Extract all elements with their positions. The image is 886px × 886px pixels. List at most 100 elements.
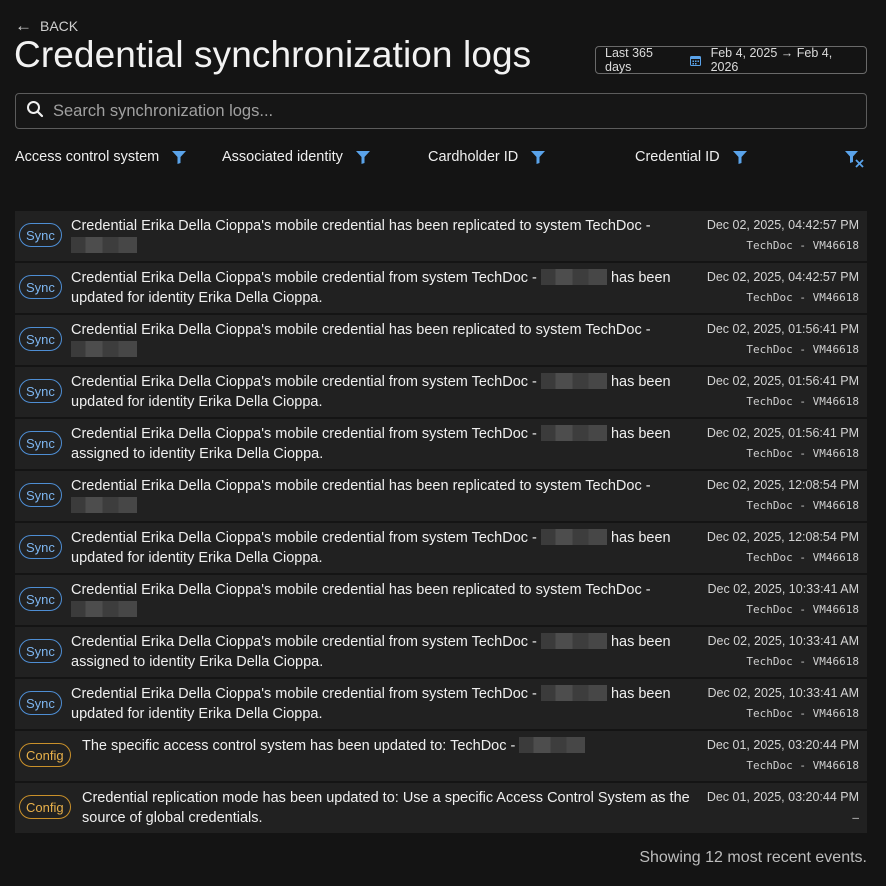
- filter-credential-id[interactable]: Credential ID: [635, 149, 747, 165]
- sync-badge: Sync: [19, 379, 62, 403]
- log-source: TechDoc - VM46618: [746, 759, 859, 772]
- log-message: Credential Erika Della Cioppa's mobile c…: [71, 528, 671, 568]
- log-message-text: Credential Erika Della Cioppa's mobile c…: [71, 478, 651, 494]
- log-meta: Dec 02, 2025, 04:42:57 PM TechDoc - VM466…: [707, 217, 859, 255]
- log-message-text: The specific access control system has b…: [82, 738, 516, 754]
- log-row[interactable]: Sync Credential Erika Della Cioppa's mobi…: [15, 315, 867, 365]
- log-message: Credential Erika Della Cioppa's mobile c…: [71, 424, 671, 464]
- log-message: Credential Erika Della Cioppa's mobile c…: [71, 632, 671, 672]
- log-meta: Dec 02, 2025, 01:56:41 PM TechDoc - VM466…: [707, 373, 859, 411]
- date-range-preset: Last 365 days: [605, 46, 653, 74]
- log-row[interactable]: Sync Credential Erika Della Cioppa's mobi…: [15, 367, 867, 417]
- log-row[interactable]: Sync Credential Erika Della Cioppa's mobi…: [15, 419, 867, 469]
- date-range-picker[interactable]: Last 365 days Feb 4, 2025 → Feb 4, 2026: [595, 46, 867, 74]
- log-message-text: Credential Erika Della Cioppa's mobile c…: [71, 322, 651, 338]
- log-message: The specific access control system has b…: [82, 736, 702, 756]
- log-message-text: Credential Erika Della Cioppa's mobile c…: [71, 582, 651, 598]
- redacted-system-id: [540, 373, 607, 389]
- log-meta: Dec 02, 2025, 10:33:41 AM TechDoc - VM466…: [708, 685, 860, 723]
- log-meta: Dec 02, 2025, 12:08:54 PM TechDoc - VM466…: [707, 529, 859, 567]
- sync-badge: Sync: [19, 431, 62, 455]
- config-badge: Config: [19, 743, 71, 767]
- redacted-system-id: [540, 685, 607, 701]
- filter-label: Credential ID: [635, 149, 720, 165]
- filter-icon[interactable]: [531, 150, 546, 164]
- log-message: Credential Erika Della Cioppa's mobile c…: [71, 580, 671, 620]
- log-row[interactable]: Sync Credential Erika Della Cioppa's mobi…: [15, 263, 867, 313]
- redacted-system-id: [71, 237, 137, 253]
- page-title: Credential synchronization logs: [14, 34, 532, 75]
- log-source: TechDoc - VM46618: [746, 395, 859, 408]
- config-badge: Config: [19, 795, 71, 819]
- back-link[interactable]: ← BACK: [15, 17, 78, 34]
- sync-badge: Sync: [19, 327, 62, 351]
- redacted-system-id: [540, 529, 607, 545]
- log-row[interactable]: Config Credential replication mode has be…: [15, 783, 867, 833]
- log-timestamp: Dec 02, 2025, 01:56:41 PM: [706, 374, 859, 388]
- arrow-left-icon: ←: [15, 16, 32, 35]
- log-timestamp: Dec 02, 2025, 04:42:57 PM: [706, 270, 859, 284]
- log-timestamp: Dec 02, 2025, 01:56:41 PM: [706, 322, 859, 336]
- log-meta: Dec 02, 2025, 10:33:41 AM TechDoc - VM466…: [708, 633, 860, 671]
- log-message: Credential Erika Della Cioppa's mobile c…: [71, 372, 671, 412]
- log-source: TechDoc - VM46618: [746, 551, 859, 564]
- log-row[interactable]: Sync Credential Erika Della Cioppa's mobi…: [15, 211, 867, 261]
- log-meta: Dec 02, 2025, 04:42:57 PM TechDoc - VM466…: [707, 269, 859, 307]
- log-row[interactable]: Sync Credential Erika Della Cioppa's mobi…: [15, 627, 867, 677]
- search-icon: [26, 100, 44, 123]
- filter-icon[interactable]: [172, 150, 187, 164]
- log-message-text: Credential Erika Della Cioppa's mobile c…: [71, 374, 537, 390]
- log-message-text: Credential Erika Della Cioppa's mobile c…: [71, 218, 651, 234]
- log-timestamp: Dec 02, 2025, 10:33:41 AM: [707, 582, 860, 596]
- log-message: Credential Erika Della Cioppa's mobile c…: [71, 476, 671, 516]
- log-message-text: Credential Erika Della Cioppa's mobile c…: [71, 686, 537, 702]
- log-row[interactable]: Sync Credential Erika Della Cioppa's mobi…: [15, 575, 867, 625]
- log-source: TechDoc - VM46618: [746, 655, 859, 668]
- log-row[interactable]: Sync Credential Erika Della Cioppa's mobi…: [15, 523, 867, 573]
- log-message: Credential Erika Della Cioppa's mobile c…: [71, 268, 671, 308]
- clear-filters-icon[interactable]: [845, 151, 865, 173]
- sync-badge: Sync: [19, 483, 62, 507]
- log-timestamp: Dec 01, 2025, 03:20:44 PM: [706, 790, 859, 804]
- sync-badge: Sync: [19, 691, 62, 715]
- log-row[interactable]: Config The specific access control system…: [15, 731, 867, 781]
- log-message-text: Credential Erika Della Cioppa's mobile c…: [71, 634, 537, 650]
- log-list: Sync Credential Erika Della Cioppa's mobi…: [15, 211, 867, 833]
- search-input[interactable]: [53, 101, 813, 121]
- log-row[interactable]: Sync Credential Erika Della Cioppa's mobi…: [15, 679, 867, 729]
- log-message-text: Credential Erika Della Cioppa's mobile c…: [71, 530, 537, 546]
- filter-icon[interactable]: [355, 150, 370, 164]
- log-message: Credential replication mode has been upd…: [82, 788, 702, 828]
- log-timestamp: Dec 02, 2025, 12:08:54 PM: [706, 478, 859, 492]
- log-message: Credential Erika Della Cioppa's mobile c…: [71, 216, 671, 256]
- log-source: TechDoc - VM46618: [746, 239, 859, 252]
- search-bar: [15, 93, 867, 129]
- redacted-system-id: [540, 633, 607, 649]
- redacted-system-id: [71, 497, 137, 513]
- log-message: Credential Erika Della Cioppa's mobile c…: [71, 684, 671, 724]
- filter-access-control-system[interactable]: Access control system: [15, 149, 187, 165]
- log-timestamp: Dec 02, 2025, 12:08:54 PM: [706, 530, 859, 544]
- sync-badge: Sync: [19, 587, 62, 611]
- log-message: Credential Erika Della Cioppa's mobile c…: [71, 320, 671, 360]
- log-row[interactable]: Sync Credential Erika Della Cioppa's mobi…: [15, 471, 867, 521]
- date-range-value: Feb 4, 2025 → Feb 4, 2026: [710, 46, 833, 74]
- log-message-text: Credential Erika Della Cioppa's mobile c…: [71, 426, 537, 442]
- redacted-system-id: [71, 601, 137, 617]
- log-source: TechDoc - VM46618: [746, 603, 859, 616]
- redacted-system-id: [540, 269, 607, 285]
- log-timestamp: Dec 01, 2025, 03:20:44 PM: [706, 738, 859, 752]
- back-label: BACK: [40, 17, 79, 34]
- log-meta: Dec 02, 2025, 01:56:41 PM TechDoc - VM466…: [707, 425, 859, 463]
- filter-associated-identity[interactable]: Associated identity: [222, 149, 370, 165]
- events-summary: Showing 12 most recent events.: [639, 849, 867, 866]
- log-meta: Dec 02, 2025, 12:08:54 PM TechDoc - VM466…: [707, 477, 859, 515]
- sync-badge: Sync: [19, 275, 62, 299]
- redacted-system-id: [71, 341, 137, 357]
- calendar-icon: [689, 55, 701, 66]
- log-source: TechDoc - VM46618: [746, 499, 859, 512]
- log-message-text: Credential replication mode has been upd…: [82, 790, 690, 826]
- filter-cardholder-id[interactable]: Cardholder ID: [428, 149, 546, 165]
- filter-icon[interactable]: [732, 150, 747, 164]
- filter-label: Cardholder ID: [428, 149, 519, 165]
